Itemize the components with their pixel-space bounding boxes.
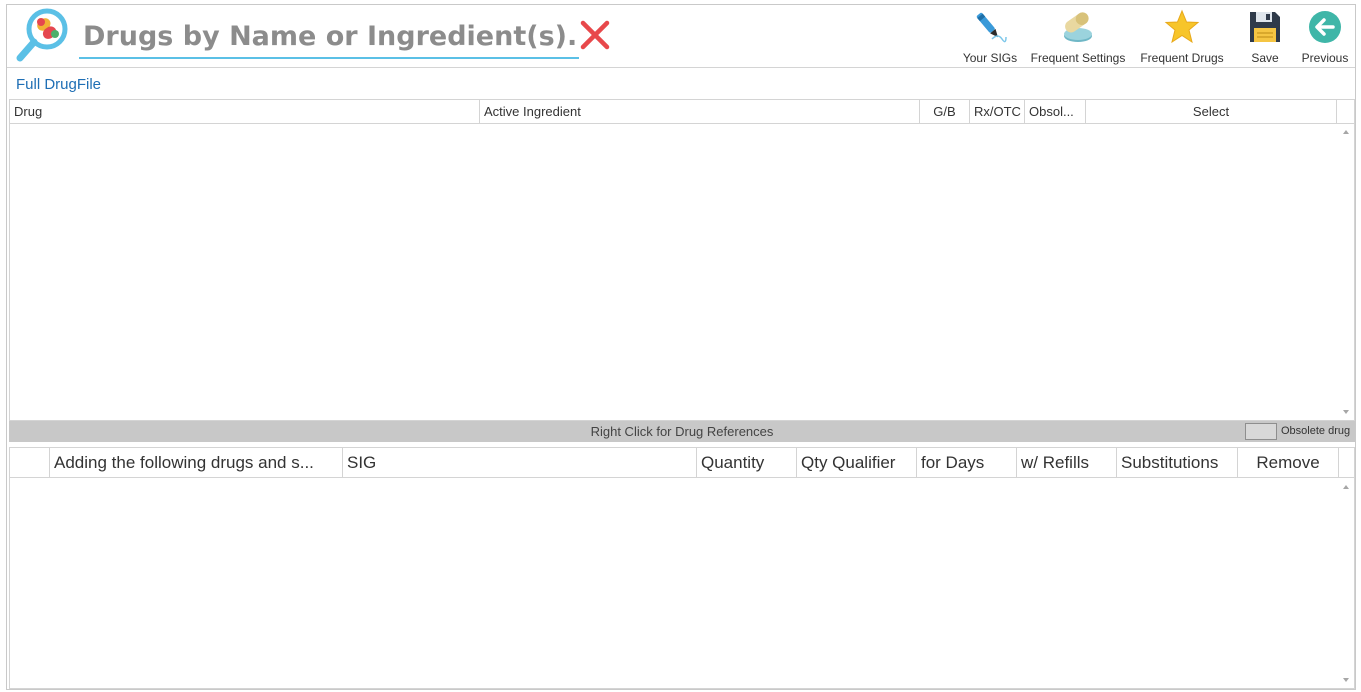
previous-label: Previous	[1301, 51, 1349, 65]
obsolete-legend-label: Obsolete drug	[1281, 425, 1351, 437]
column-header-rx-otc[interactable]: Rx/OTC	[970, 100, 1025, 124]
drug-grid-scrollbar[interactable]	[1337, 124, 1354, 420]
star-icon	[1164, 9, 1200, 44]
column-header-drug[interactable]: Drug	[10, 100, 480, 124]
column-header-quantity[interactable]: Quantity	[697, 448, 797, 478]
close-icon[interactable]	[577, 17, 613, 53]
frequent-drugs-button[interactable]: Frequent Drugs	[1133, 7, 1231, 65]
scroll-up-arrow[interactable]	[1337, 125, 1354, 139]
column-header-obsolete[interactable]: Obsol...	[1025, 100, 1086, 124]
order-grid-header: Adding the following drugs and s... SIG …	[10, 448, 1354, 478]
column-header-adding-drugs[interactable]: Adding the following drugs and s...	[50, 448, 343, 478]
status-bar: Right Click for Drug References Obsolete…	[9, 421, 1355, 442]
pills-icon	[1064, 12, 1092, 42]
save-button[interactable]: Save	[1237, 7, 1293, 65]
back-arrow-icon	[1309, 11, 1341, 43]
column-header-substitutions[interactable]: Substitutions	[1117, 448, 1238, 478]
drug-results-grid[interactable]: Drug Active Ingredient G/B Rx/OTC Obsol.…	[9, 99, 1355, 421]
column-header-sig[interactable]: SIG	[343, 448, 697, 478]
drug-references-hint: Right Click for Drug References	[590, 424, 774, 439]
drug-search-window: Your SIGs Frequent Settings Frequent	[6, 4, 1356, 690]
column-header-active-ingredient[interactable]: Active Ingredient	[480, 100, 920, 124]
toolbar: Your SIGs Frequent Settings Frequent Dru…	[957, 7, 1355, 65]
scroll-down-arrow[interactable]	[1337, 673, 1354, 687]
column-header-qty-qualifier[interactable]: Qty Qualifier	[797, 448, 917, 478]
column-header-remove[interactable]: Remove	[1238, 448, 1339, 478]
pill-magnifier-icon	[16, 8, 68, 62]
full-drugfile-link[interactable]: Full DrugFile	[16, 76, 101, 93]
frequent-settings-label: Frequent Settings	[1030, 51, 1126, 65]
header-divider	[7, 67, 1355, 68]
header: Your SIGs Frequent Settings Frequent	[7, 5, 1355, 67]
column-header-row-select[interactable]	[10, 448, 50, 478]
your-sigs-button[interactable]: Your SIGs	[957, 7, 1023, 65]
search-input[interactable]	[79, 15, 579, 57]
scroll-down-arrow[interactable]	[1337, 405, 1354, 419]
column-header-for-days[interactable]: for Days	[917, 448, 1017, 478]
drug-grid-header: Drug Active Ingredient G/B Rx/OTC Obsol.…	[10, 100, 1354, 124]
order-grid-scrollbar[interactable]	[1337, 478, 1354, 688]
column-header-generic-brand[interactable]: G/B	[920, 100, 970, 124]
frequent-drugs-label: Frequent Drugs	[1140, 51, 1224, 65]
floppy-disk-icon	[1250, 12, 1280, 42]
search-field[interactable]	[79, 15, 579, 59]
scroll-up-arrow[interactable]	[1337, 480, 1354, 494]
column-header-select[interactable]: Select	[1086, 100, 1337, 124]
previous-button[interactable]: Previous	[1295, 7, 1355, 65]
your-sigs-label: Your SIGs	[962, 51, 1018, 65]
column-header-refills[interactable]: w/ Refills	[1017, 448, 1117, 478]
obsolete-legend-swatch	[1245, 423, 1277, 440]
pen-icon	[976, 12, 1007, 43]
order-grid[interactable]: Adding the following drugs and s... SIG …	[9, 447, 1355, 689]
save-label: Save	[1251, 51, 1279, 65]
frequent-settings-button[interactable]: Frequent Settings	[1027, 7, 1129, 65]
